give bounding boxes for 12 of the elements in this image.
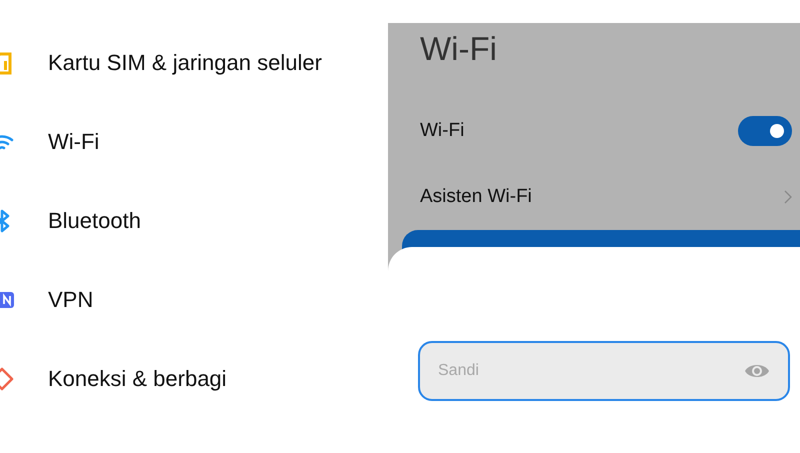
toggle-switch[interactable] xyxy=(738,116,792,146)
settings-item[interactable]: Bluetooth xyxy=(48,204,141,237)
setting-label: Asisten Wi-Fi xyxy=(420,184,532,209)
settings-item[interactable]: VPN xyxy=(48,283,94,316)
chevron-icon[interactable] xyxy=(784,190,792,204)
settings-item[interactable]: Wi-Fi xyxy=(48,125,100,158)
eye-icon[interactable] xyxy=(744,362,770,380)
settings-item[interactable]: Koneksi & berbagi xyxy=(48,362,227,395)
password-field[interactable]: Sandi xyxy=(418,341,790,401)
screen-title: Wi-Fi xyxy=(420,29,498,65)
setting-label: Wi-Fi xyxy=(420,118,464,143)
settings-item[interactable]: Kartu SIM & jaringan seluler xyxy=(48,46,322,79)
